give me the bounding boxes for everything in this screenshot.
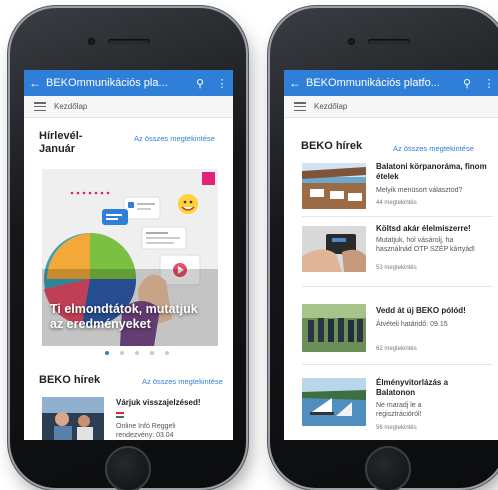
more-vert-icon[interactable]: ⋮ xyxy=(211,77,233,90)
news-item-subtitle: Melyik menüsort választod? xyxy=(376,187,463,194)
left-phone-screen: ← BEKOmmunikációs pla... ⚲ ⋮ Kezdőlap Hí… xyxy=(24,70,233,440)
news-item-title: Balatoni körpanoráma, finom ételek xyxy=(376,162,487,181)
newsletter-hero-card[interactable]: Ti elmondtátok, mutatjuk az eredményeket xyxy=(42,169,218,346)
arrow-left-icon[interactable]: ← xyxy=(24,76,46,90)
news-item-subtitle: Mutatjuk, hol vásárolj, ha használnád OT… xyxy=(376,237,475,253)
news-item-title: Költsd akár élelmiszerre! xyxy=(376,224,471,233)
news-list-item[interactable]: Élményvitorlázás a Balatonon Ne maradj l… xyxy=(284,372,493,434)
app-title: BEKOmmunikációs platfo... xyxy=(306,77,440,89)
app-title: BEKOmmunikációs pla... xyxy=(46,77,168,89)
news-see-all-link[interactable]: Az összes megtekintése xyxy=(142,377,223,386)
carousel-dots xyxy=(105,351,169,355)
news-list-item[interactable]: Vedd át új BEKO pólód! Átvételi határidő… xyxy=(284,302,493,356)
carousel-dot[interactable] xyxy=(165,351,169,355)
right-phone-screen: ← BEKOmmunikációs platfo... ⚲ ⋮ Kezdőlap… xyxy=(284,70,498,440)
app-bar: ← BEKOmmunikációs pla... ⚲ ⋮ xyxy=(24,70,233,96)
hamburger-menu-icon[interactable] xyxy=(34,102,46,111)
news-item-flag-icon xyxy=(116,412,124,418)
news-item-views: 53 megtekintés xyxy=(376,265,417,271)
home-button[interactable] xyxy=(105,446,151,490)
news-item-views: 44 megtekintés xyxy=(376,200,417,206)
hamburger-menu-icon[interactable] xyxy=(294,102,306,111)
news-thumbnail xyxy=(302,163,366,209)
arrow-left-icon[interactable]: ← xyxy=(284,76,306,90)
carousel-dot[interactable] xyxy=(150,351,154,355)
news-thumbnail xyxy=(302,304,366,352)
list-divider xyxy=(302,364,493,365)
list-divider xyxy=(302,286,493,287)
speaker-grille xyxy=(108,39,150,44)
news-item-views: 56 megtekintés xyxy=(376,425,417,431)
news-thumbnail xyxy=(302,226,366,272)
list-divider xyxy=(302,216,493,217)
news-item-subtitle: Átvételi határidő: 09.15 xyxy=(376,321,448,328)
hero-caption: Ti elmondtátok, mutatjuk az eredményeket xyxy=(50,302,198,331)
news-section-title: BEKO hírek xyxy=(301,140,363,152)
news-thumbnail xyxy=(42,397,104,440)
more-vert-icon[interactable]: ⋮ xyxy=(478,77,498,90)
right-phone-frame: ← BEKOmmunikációs platfo... ⚲ ⋮ Kezdőlap… xyxy=(270,8,498,490)
carousel-dot-active[interactable] xyxy=(105,351,109,355)
news-list-item[interactable]: Várjuk visszajelzésed! Online Infó Regge… xyxy=(24,392,233,440)
carousel-dot[interactable] xyxy=(135,351,139,355)
home-button[interactable] xyxy=(365,446,411,490)
news-section-title: BEKO hírek xyxy=(39,374,101,386)
newsletter-title: Hírlevél-Január xyxy=(39,130,83,155)
news-see-all-link[interactable]: Az összes megtekintése xyxy=(393,144,474,153)
breadcrumb-label[interactable]: Kezdőlap xyxy=(54,102,87,111)
search-icon[interactable]: ⚲ xyxy=(189,77,211,90)
news-thumbnail xyxy=(302,378,366,426)
news-item-title: Élményvitorlázás a Balatonon xyxy=(376,378,449,397)
carousel-dot[interactable] xyxy=(120,351,124,355)
breadcrumb-label[interactable]: Kezdőlap xyxy=(314,102,347,111)
breadcrumb: Kezdőlap xyxy=(284,96,498,118)
news-item-subtitle: Ne maradj le a regisztrációról! xyxy=(376,402,422,418)
news-list-item[interactable]: Balatoni körpanoráma, finom ételek Melyi… xyxy=(284,160,493,214)
front-camera xyxy=(348,38,355,45)
app-bar: ← BEKOmmunikációs platfo... ⚲ ⋮ xyxy=(284,70,498,96)
mockup-stage: ← BEKOmmunikációs pla... ⚲ ⋮ Kezdőlap Hí… xyxy=(0,0,498,490)
news-item-views: 62 megtekintés xyxy=(376,346,417,352)
breadcrumb: Kezdőlap xyxy=(24,96,233,118)
news-item-title: Vedd át új BEKO pólód! xyxy=(376,306,466,315)
search-icon[interactable]: ⚲ xyxy=(456,77,478,90)
front-camera xyxy=(88,38,95,45)
news-list-item[interactable]: Költsd akár élelmiszerre! Mutatjuk, hol … xyxy=(284,222,493,284)
newsletter-see-all-link[interactable]: Az összes megtekintése xyxy=(134,134,215,143)
left-phone-frame: ← BEKOmmunikációs pla... ⚲ ⋮ Kezdőlap Hí… xyxy=(10,8,246,490)
news-item-subtitle: Online Infó Reggeli rendezvény: 03.04 xyxy=(116,423,176,439)
speaker-grille xyxy=(368,39,410,44)
news-item-title: Várjuk visszajelzésed! xyxy=(116,398,201,407)
